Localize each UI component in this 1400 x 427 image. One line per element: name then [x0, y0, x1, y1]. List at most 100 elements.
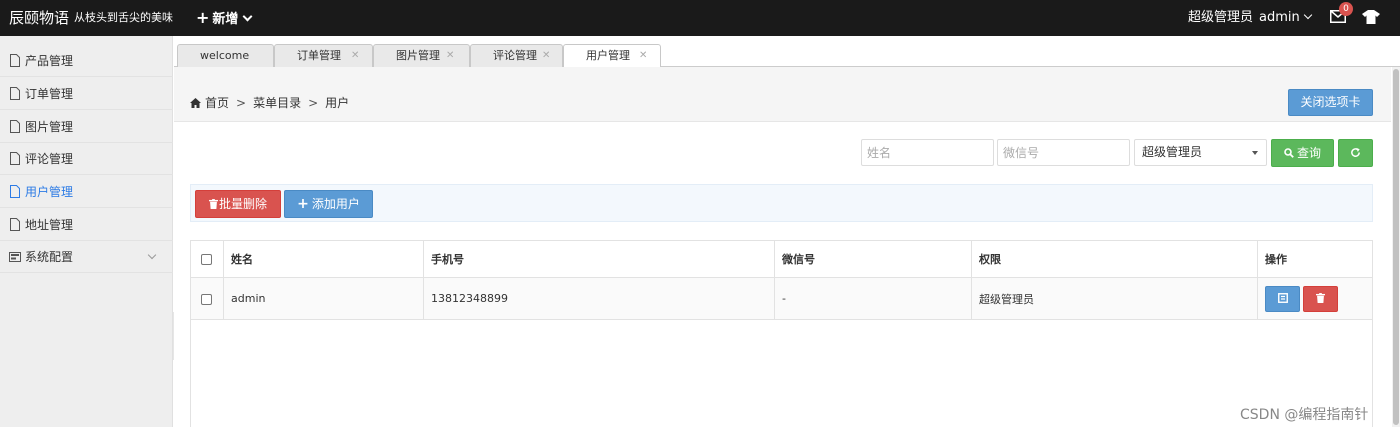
- close-tabs-button[interactable]: 关闭选项卡: [1288, 89, 1373, 116]
- theme-shirt-icon[interactable]: [1362, 10, 1380, 24]
- column-header-role[interactable]: 权限: [971, 240, 1258, 278]
- brand-name: 辰颐物语: [9, 9, 70, 27]
- sidebar-item-label: 产品管理: [25, 54, 74, 68]
- chevron-down-icon: [1303, 10, 1312, 20]
- trash-icon: [1316, 292, 1325, 303]
- sidebar-item-orders[interactable]: 订单管理: [0, 78, 173, 110]
- sidebar-item-label: 订单管理: [25, 87, 74, 101]
- top-navbar: 辰颐物语 从枝头到舌尖的美味 + 新增 超级管理员 admin 0: [0, 0, 1400, 36]
- user-role-label: 超级管理员: [1188, 10, 1254, 25]
- file-icon: [10, 152, 20, 165]
- caret-down-icon: [1252, 151, 1258, 155]
- sidebar-item-label: 用户管理: [25, 185, 74, 199]
- close-icon[interactable]: ✕: [351, 45, 359, 67]
- name-search-input[interactable]: [861, 139, 994, 166]
- row-select-cell: [190, 277, 224, 320]
- column-header-wechat[interactable]: 微信号: [774, 240, 972, 278]
- wechat-search-input[interactable]: [997, 139, 1130, 166]
- chevron-down-icon: [242, 11, 253, 22]
- column-header-phone[interactable]: 手机号: [423, 240, 775, 278]
- select-all-cell: [190, 240, 224, 278]
- breadcrumb-menu: 菜单目录: [253, 96, 302, 110]
- tab-label: welcome: [200, 49, 250, 62]
- brand-slogan: 从枝头到舌尖的美味: [74, 11, 173, 24]
- query-button[interactable]: 查询: [1271, 139, 1334, 167]
- vertical-scrollbar[interactable]: [1392, 67, 1400, 427]
- user-menu-button[interactable]: admin: [1259, 0, 1312, 36]
- file-icon: [10, 218, 20, 231]
- tab-label: 订单管理: [297, 49, 341, 62]
- refresh-icon: [1351, 147, 1360, 157]
- column-header-actions: 操作: [1257, 240, 1373, 278]
- breadcrumb-home[interactable]: 首页: [205, 96, 229, 110]
- query-label: 查询: [1296, 146, 1321, 160]
- sidebar-item-label: 图片管理: [25, 120, 74, 134]
- search-icon: [1284, 148, 1294, 158]
- file-icon: [10, 87, 20, 100]
- tab-orders[interactable]: 订单管理 ✕: [274, 44, 373, 67]
- sidebar-item-addresses[interactable]: 地址管理: [0, 209, 173, 241]
- chevron-down-icon: [147, 250, 157, 260]
- sidebar-item-label: 地址管理: [25, 218, 74, 232]
- tab-label: 图片管理: [396, 49, 440, 62]
- breadcrumb: 首页 > 菜单目录 > 用户: [190, 95, 349, 111]
- close-icon[interactable]: ✕: [542, 45, 550, 67]
- cell-actions: [1257, 277, 1373, 320]
- cell-wechat: -: [774, 277, 972, 320]
- action-toolbar: 批量删除 + 添加用户: [190, 184, 1373, 222]
- users-table: 姓名 手机号 微信号 权限 操作 admin 13812348899 - 超级管…: [190, 240, 1373, 320]
- tab-users[interactable]: 用户管理 ✕: [563, 44, 661, 68]
- tab-bar: welcome 订单管理 ✕ 图片管理 ✕ 评论管理 ✕ 用户管理 ✕: [174, 36, 1400, 68]
- breadcrumb-current: 用户: [325, 96, 350, 110]
- batch-delete-button[interactable]: 批量删除: [195, 190, 281, 218]
- delete-button[interactable]: [1303, 285, 1338, 312]
- tab-welcome[interactable]: welcome: [177, 44, 274, 67]
- main-content: 首页 > 菜单目录 > 用户 关闭选项卡 超级管理员 查询 批量删除 +添加用户 姓名 …: [174, 67, 1391, 427]
- add-user-button[interactable]: + 添加用户: [284, 190, 373, 218]
- close-icon[interactable]: ✕: [639, 45, 647, 67]
- sidebar-item-label: 评论管理: [25, 152, 74, 166]
- tab-label: 评论管理: [493, 49, 537, 62]
- cell-phone: 13812348899: [423, 277, 775, 320]
- sidebar-item-users[interactable]: 用户管理: [0, 176, 173, 208]
- sidebar-item-system-config[interactable]: 系统配置: [0, 241, 173, 273]
- mail-count-badge: 0: [1339, 2, 1353, 16]
- tab-images[interactable]: 图片管理 ✕: [373, 44, 470, 67]
- row-checkbox[interactable]: [201, 293, 212, 305]
- table-header-row: 姓名 手机号 微信号 权限 操作: [190, 240, 1373, 278]
- tab-label: 用户管理: [586, 49, 630, 62]
- new-menu-label: 新增: [212, 12, 239, 27]
- add-user-label: 添加用户: [311, 197, 360, 211]
- edit-button[interactable]: [1265, 285, 1300, 312]
- cell-name: admin: [223, 277, 424, 320]
- sidebar-item-products[interactable]: 产品管理: [0, 45, 173, 77]
- user-name-label: admin: [1259, 10, 1300, 25]
- plus-icon: +: [196, 8, 210, 27]
- breadcrumb-bar: 首页 > 菜单目录 > 用户 关闭选项卡: [174, 67, 1391, 122]
- breadcrumb-separator: >: [236, 96, 247, 110]
- column-header-name[interactable]: 姓名: [223, 240, 424, 278]
- batch-delete-label: 批量删除: [218, 197, 267, 211]
- breadcrumb-separator: >: [308, 96, 319, 110]
- scrollbar-thumb[interactable]: [1393, 69, 1399, 425]
- file-icon: [10, 120, 20, 133]
- select-all-checkbox[interactable]: [201, 254, 212, 265]
- home-icon: [190, 98, 201, 108]
- config-icon: [9, 252, 21, 262]
- refresh-button[interactable]: [1338, 139, 1373, 167]
- sidebar-item-images[interactable]: 图片管理: [0, 111, 173, 143]
- new-menu-button[interactable]: + 新增: [196, 0, 253, 36]
- sidebar-item-label: 系统配置: [25, 250, 74, 264]
- sidebar: 产品管理 订单管理 图片管理 评论管理 用户管理 地址管理 系统配置: [0, 36, 173, 427]
- close-icon[interactable]: ✕: [446, 45, 454, 67]
- table-row: admin 13812348899 - 超级管理员: [190, 277, 1373, 320]
- sidebar-item-comments[interactable]: 评论管理: [0, 143, 173, 175]
- trash-icon: [208, 199, 218, 209]
- tab-comments[interactable]: 评论管理 ✕: [470, 44, 563, 67]
- plus-icon: +: [297, 196, 309, 212]
- file-icon: [10, 185, 20, 198]
- file-icon: [10, 54, 20, 67]
- role-select[interactable]: 超级管理员: [1134, 139, 1267, 166]
- watermark: CSDN @编程指南针: [1240, 407, 1369, 423]
- table-empty-area: [190, 320, 1373, 427]
